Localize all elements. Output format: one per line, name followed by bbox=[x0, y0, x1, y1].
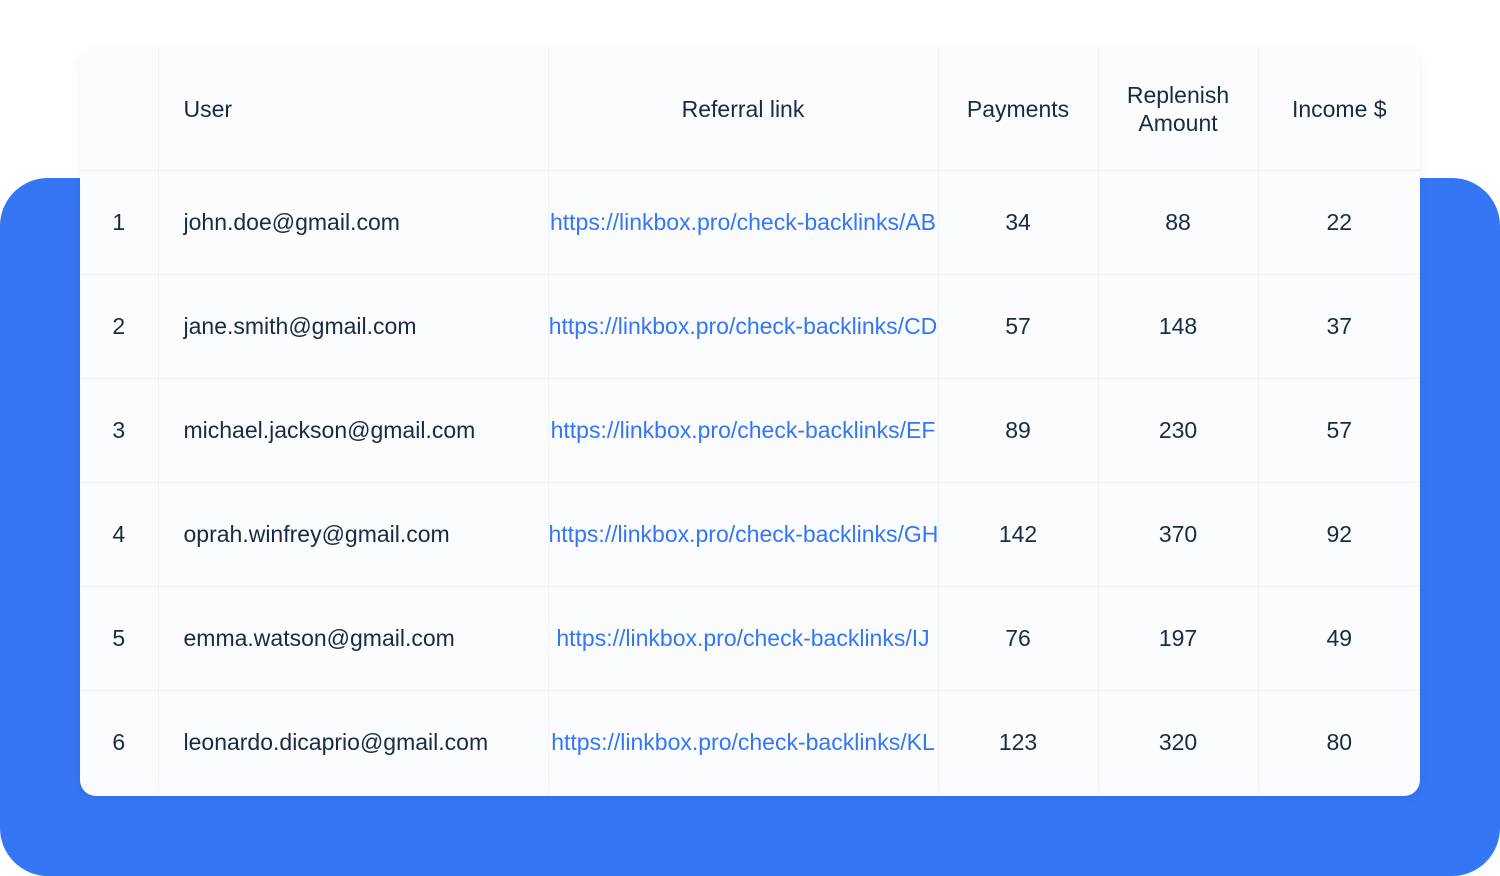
table-row: 4 oprah.winfrey@gmail.com https://linkbo… bbox=[80, 482, 1420, 587]
column-header-user: User bbox=[158, 48, 549, 171]
payments-value: 142 bbox=[938, 482, 1099, 587]
user-email: emma.watson@gmail.com bbox=[158, 586, 549, 691]
column-header-replenish-amount-label: Replenish Amount bbox=[1126, 82, 1230, 136]
user-email: leonardo.dicaprio@gmail.com bbox=[158, 690, 549, 794]
referral-link-cell: https://linkbox.pro/check-backlinks/KL bbox=[548, 690, 939, 794]
row-index: 5 bbox=[80, 586, 159, 691]
payments-value: 89 bbox=[938, 378, 1099, 483]
replenish-amount-value: 320 bbox=[1098, 690, 1259, 794]
table-row: 2 jane.smith@gmail.com https://linkbox.p… bbox=[80, 274, 1420, 379]
table-header-row: User Referral link Payments Replenish Am… bbox=[80, 48, 1420, 171]
table-row: 5 emma.watson@gmail.com https://linkbox.… bbox=[80, 586, 1420, 691]
row-index: 6 bbox=[80, 690, 159, 794]
payments-value: 76 bbox=[938, 586, 1099, 691]
referral-link[interactable]: https://linkbox.pro/check-backlinks/IJ bbox=[556, 625, 929, 652]
income-value: 37 bbox=[1258, 274, 1420, 379]
referral-link-cell: https://linkbox.pro/check-backlinks/IJ bbox=[548, 586, 939, 691]
referral-link-cell: https://linkbox.pro/check-backlinks/AB bbox=[548, 170, 939, 275]
table-row: 1 john.doe@gmail.com https://linkbox.pro… bbox=[80, 170, 1420, 275]
column-header-income: Income $ bbox=[1258, 48, 1420, 171]
payments-value: 123 bbox=[938, 690, 1099, 794]
replenish-amount-value: 148 bbox=[1098, 274, 1259, 379]
replenish-amount-value: 370 bbox=[1098, 482, 1259, 587]
referral-link-cell: https://linkbox.pro/check-backlinks/CD bbox=[548, 274, 939, 379]
replenish-amount-value: 230 bbox=[1098, 378, 1259, 483]
referral-link[interactable]: https://linkbox.pro/check-backlinks/KL bbox=[551, 729, 935, 756]
row-index: 3 bbox=[80, 378, 159, 483]
payments-value: 57 bbox=[938, 274, 1099, 379]
income-value: 22 bbox=[1258, 170, 1420, 275]
referrals-table-card: User Referral link Payments Replenish Am… bbox=[80, 48, 1420, 796]
row-index: 2 bbox=[80, 274, 159, 379]
column-header-replenish-amount: Replenish Amount bbox=[1098, 48, 1259, 171]
row-index: 1 bbox=[80, 170, 159, 275]
user-email: john.doe@gmail.com bbox=[158, 170, 549, 275]
table-row: 6 leonardo.dicaprio@gmail.com https://li… bbox=[80, 690, 1420, 794]
row-index: 4 bbox=[80, 482, 159, 587]
column-header-referral-link: Referral link bbox=[548, 48, 939, 171]
user-email: michael.jackson@gmail.com bbox=[158, 378, 549, 483]
column-header-index bbox=[80, 48, 159, 171]
referral-link[interactable]: https://linkbox.pro/check-backlinks/AB bbox=[550, 209, 936, 236]
referral-link-cell: https://linkbox.pro/check-backlinks/EF bbox=[548, 378, 939, 483]
income-value: 57 bbox=[1258, 378, 1420, 483]
payments-value: 34 bbox=[938, 170, 1099, 275]
income-value: 80 bbox=[1326, 729, 1353, 755]
income-value: 49 bbox=[1258, 586, 1420, 691]
table-row: 3 michael.jackson@gmail.com https://link… bbox=[80, 378, 1420, 483]
user-email: jane.smith@gmail.com bbox=[158, 274, 549, 379]
replenish-amount-value: 197 bbox=[1098, 586, 1259, 691]
referral-link-cell: https://linkbox.pro/check-backlinks/GH bbox=[548, 482, 939, 587]
replenish-amount-value: 88 bbox=[1098, 170, 1259, 275]
referral-link[interactable]: https://linkbox.pro/check-backlinks/GH bbox=[549, 521, 939, 548]
user-email: oprah.winfrey@gmail.com bbox=[158, 482, 549, 587]
income-value: 92 bbox=[1258, 482, 1420, 587]
column-header-payments: Payments bbox=[938, 48, 1099, 171]
referral-link[interactable]: https://linkbox.pro/check-backlinks/CD bbox=[549, 313, 938, 340]
referrals-table: User Referral link Payments Replenish Am… bbox=[80, 48, 1420, 794]
referral-link[interactable]: https://linkbox.pro/check-backlinks/EF bbox=[551, 417, 936, 444]
